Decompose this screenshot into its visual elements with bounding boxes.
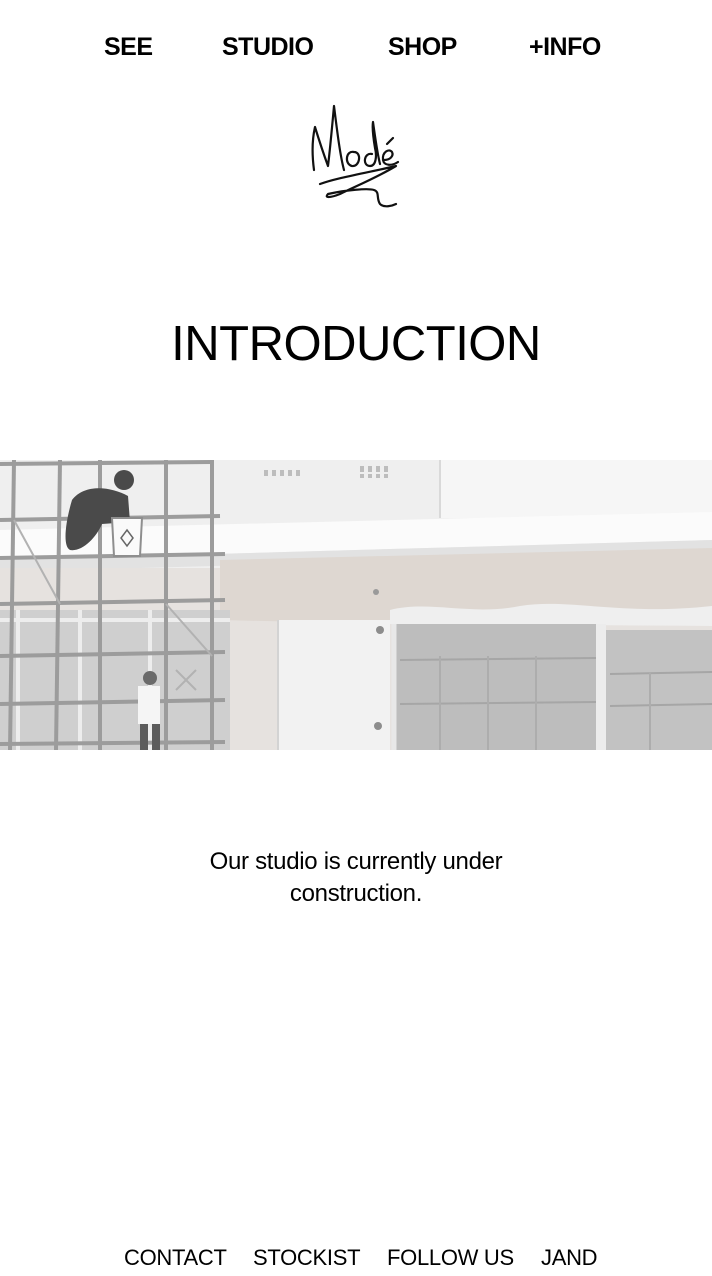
page-title: INTRODUCTION	[171, 317, 541, 371]
nav-link-studio[interactable]: STUDIO	[222, 29, 314, 65]
footer-link-contact[interactable]: CONTACT	[124, 1242, 227, 1274]
construction-status-text: Our studio is currently under constructi…	[209, 848, 503, 907]
footer-navigation: CONTACT STOCKIST FOLLOW US JAND	[0, 1242, 712, 1274]
nav-link-shop[interactable]: SHOP	[388, 29, 457, 65]
construction-photo	[0, 460, 712, 750]
signature-logo-icon[interactable]	[306, 100, 406, 212]
footer-link-jand[interactable]: JAND	[541, 1242, 598, 1274]
footer-link-stockist[interactable]: STOCKIST	[253, 1242, 361, 1274]
nav-link-info[interactable]: +INFO	[529, 29, 601, 65]
footer-link-follow-us[interactable]: FOLLOW US	[387, 1242, 514, 1274]
nav-link-see[interactable]: SEE	[104, 29, 153, 65]
top-navigation: SEE STUDIO SHOP +INFO	[0, 29, 712, 65]
